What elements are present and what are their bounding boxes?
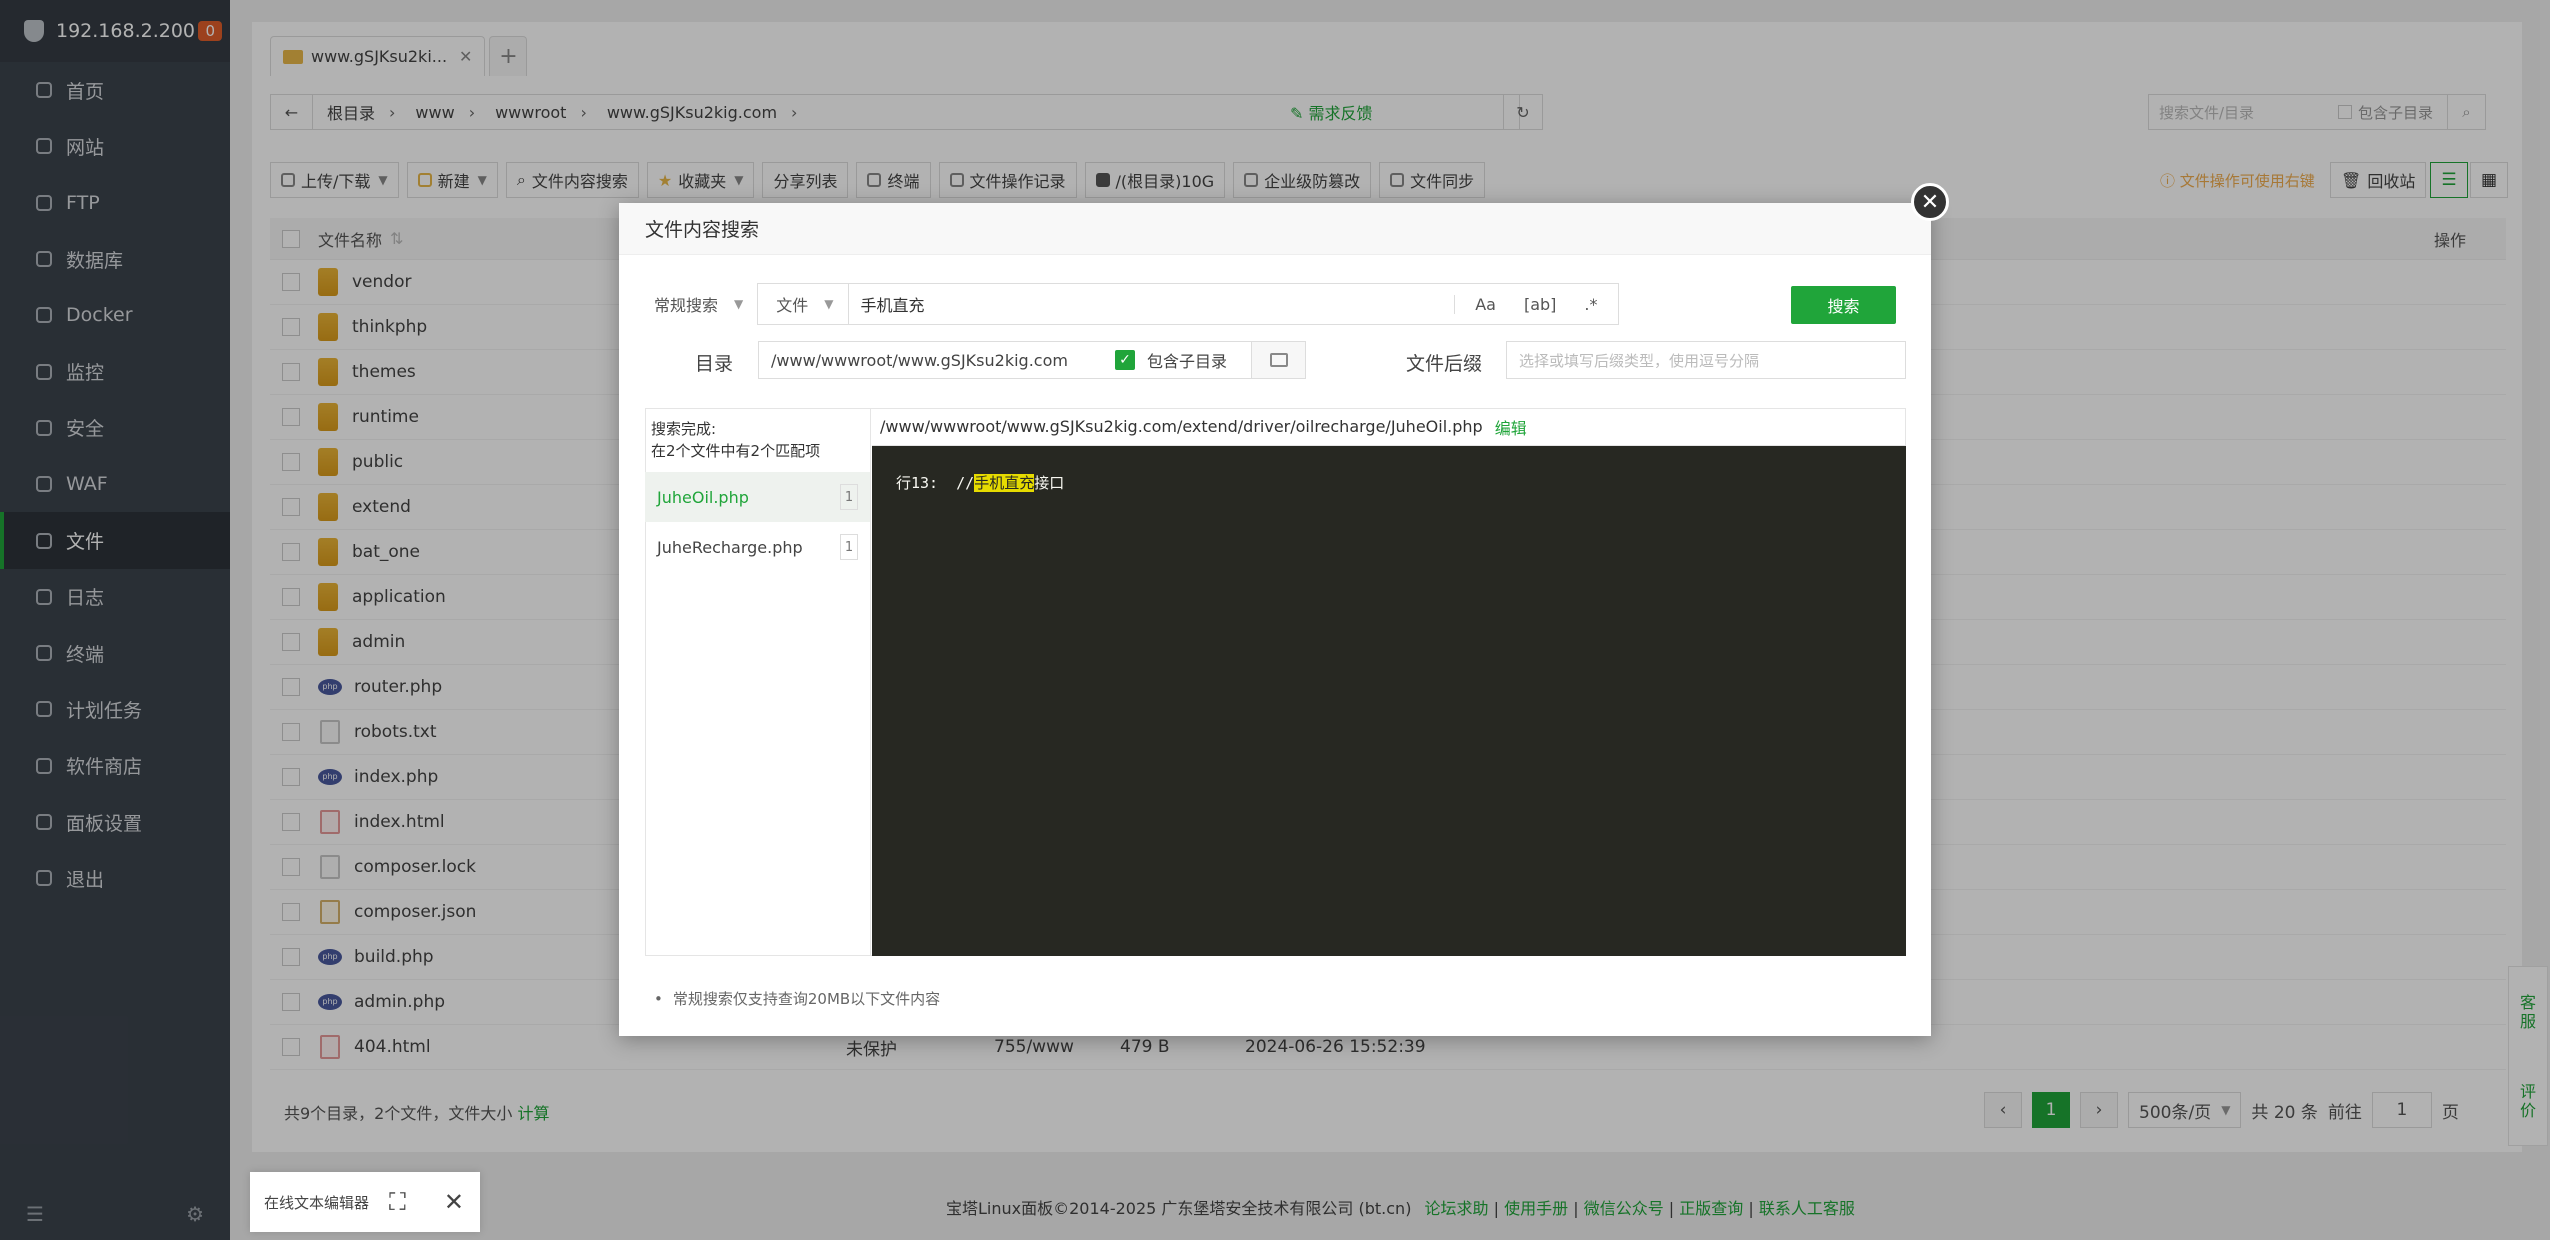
chevron-down-icon: ▼ [734, 297, 744, 311]
dir-label: 目录 [695, 353, 734, 375]
whole-word-toggle[interactable]: [ab] [1524, 295, 1556, 314]
regex-toggle[interactable]: .* [1584, 295, 1597, 314]
match-options: Aa [ab] .* [1454, 294, 1617, 314]
result-path-text: /www/wwwroot/www.gSJKsu2kig.com/extend/d… [880, 417, 1483, 436]
dir-input[interactable]: /www/wwwroot/www.gSJKsu2kig.com ✓ 包含子目录 [758, 341, 1306, 379]
code-match-highlight[interactable]: 手机直充 [974, 474, 1035, 492]
match-count: 1 [840, 534, 858, 560]
code-suffix: 接口 [1034, 474, 1065, 492]
result-file-name: JuheRecharge.php [657, 537, 803, 557]
code-line-prefix: 行13: // [896, 474, 975, 492]
result-file-path: /www/wwwroot/www.gSJKsu2kig.com/extend/d… [872, 408, 1906, 446]
result-file-item[interactable]: JuheRecharge.php 1 [645, 522, 870, 572]
mode-value: 常规搜索 [654, 296, 719, 315]
result-file-name: JuheOil.php [657, 487, 749, 507]
folder-picker-icon[interactable] [1251, 342, 1305, 378]
fullscreen-icon[interactable]: ⛶ [389, 1188, 406, 1216]
keyword-input[interactable]: 手机直充 Aa [ab] .* [848, 283, 1619, 325]
edit-link[interactable]: 编辑 [1495, 415, 1527, 439]
chevron-down-icon: ▼ [824, 297, 834, 311]
dialog-title: 文件内容搜索 [619, 203, 1931, 255]
close-icon[interactable]: ✕ [1911, 183, 1949, 221]
include-sub-label: 包含子目录 [1146, 352, 1227, 371]
status-line2: 在2个文件中有2个匹配项 [651, 442, 821, 460]
search-note: 常规搜索仅支持查询20MB以下文件内容 [654, 988, 940, 1009]
online-editor-pill[interactable]: 在线文本编辑器 ⛶ ✕ [250, 1172, 480, 1232]
result-file-item[interactable]: JuheOil.php 1 [645, 472, 870, 522]
keyword-value: 手机直充 [860, 296, 925, 315]
results-file-list: 搜索完成: 在2个文件中有2个匹配项 JuheOil.php 1 JuheRech… [645, 408, 871, 956]
search-status: 搜索完成: 在2个文件中有2个匹配项 [645, 408, 870, 472]
search-scope-select[interactable]: 文件 ▼ [757, 283, 849, 325]
ext-label: 文件后缀 [1406, 353, 1483, 375]
match-count: 1 [840, 484, 858, 510]
search-button[interactable]: 搜索 [1791, 286, 1896, 324]
dir-value: /www/wwwroot/www.gSJKsu2kig.com [771, 350, 1068, 370]
code-preview: 行13: //手机直充接口 [872, 446, 1906, 956]
search-row: 常规搜索 ▼ 文件 ▼ 手机直充 Aa [ab] .* [636, 283, 1619, 325]
search-mode-select[interactable]: 常规搜索 ▼ [636, 283, 757, 325]
include-sub-checkbox[interactable]: ✓ [1114, 350, 1135, 370]
scope-value: 文件 [776, 296, 809, 315]
editor-pill-label: 在线文本编辑器 [264, 1193, 370, 1212]
close-icon[interactable]: ✕ [444, 1188, 464, 1216]
ext-input[interactable]: 选择或填写后缀类型，使用逗号分隔 [1506, 341, 1906, 379]
status-line1: 搜索完成: [651, 420, 717, 438]
match-case-toggle[interactable]: Aa [1475, 295, 1496, 314]
